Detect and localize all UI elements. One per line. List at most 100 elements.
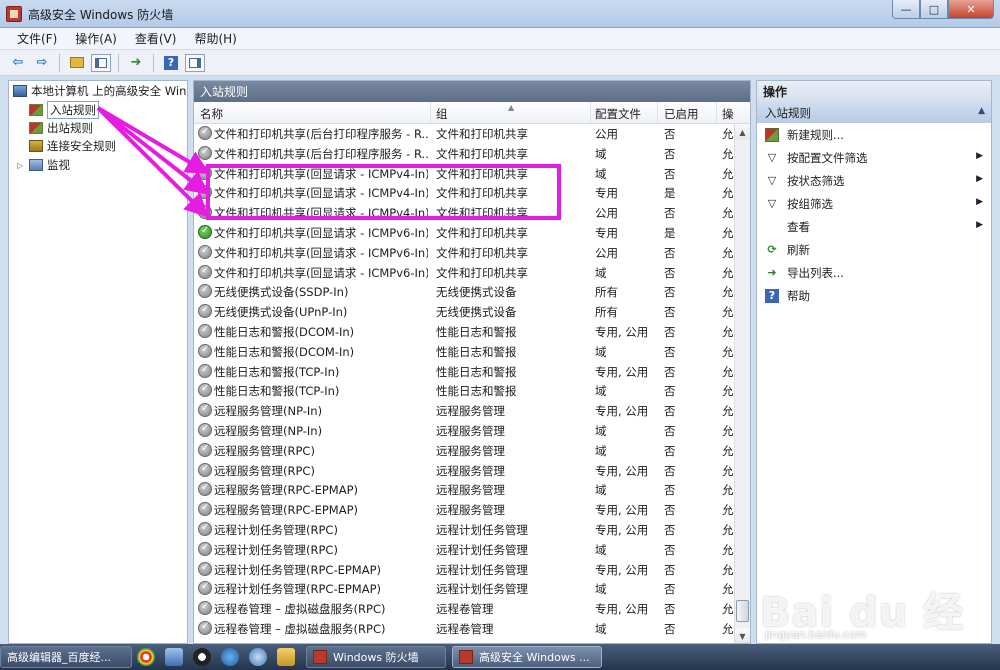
rule-name: 性能日志和警报(DCOM-In) (214, 324, 355, 339)
column-name[interactable]: 名称 (200, 106, 223, 122)
task-label: Windows 防火墙 (333, 651, 419, 664)
table-row[interactable]: 无线便携式设备(SSDP-In)无线便携式设备所有否允 (194, 282, 750, 302)
table-row[interactable]: 文件和打印机共享(回显请求 - ICMPv6-In)文件和打印机共享专用是允 (194, 223, 750, 243)
qq-icon[interactable] (193, 648, 211, 666)
column-divider[interactable] (716, 102, 717, 124)
window-title: 高级安全 Windows 防火墙 (28, 8, 174, 22)
close-button[interactable]: ✕ (948, 0, 994, 19)
rule-profile: 域 (595, 344, 607, 359)
forward-button[interactable]: ⇨ (32, 54, 52, 72)
menu-file[interactable]: 文件(F) (8, 28, 66, 49)
rule-enabled: 否 (664, 582, 676, 597)
rule-name: 远程卷管理 – 虚拟磁盘服务(RPC) (214, 602, 386, 617)
action-item[interactable]: ➜ 导出列表... (757, 261, 991, 284)
column-divider[interactable] (590, 102, 591, 124)
action-item[interactable]: ? 帮助 (757, 284, 991, 307)
tree-item-outbound-rules[interactable]: 出站规则 (29, 119, 93, 137)
action-label: 按配置文件筛选 (787, 150, 868, 165)
explorer-icon[interactable] (277, 648, 295, 666)
outbound-rules-icon (29, 122, 43, 134)
table-row[interactable]: 性能日志和警报(TCP-In)性能日志和警报域否允 (194, 381, 750, 401)
export-list-button[interactable]: ➜ (126, 54, 146, 72)
action-label: 按组筛选 (787, 196, 833, 211)
rule-group: 无线便携式设备 (436, 285, 517, 300)
table-row[interactable]: 远程服务管理(RPC)远程服务管理域否允 (194, 441, 750, 461)
tree-pane-icon (95, 57, 107, 68)
rule-enabled: 否 (664, 305, 676, 320)
column-divider[interactable] (430, 102, 431, 124)
task-label: 高级编辑器_百度经... (7, 651, 111, 664)
tree-root[interactable]: 本地计算机 上的高级安全 Windows 防火墙 (13, 82, 187, 100)
task-advanced-firewall[interactable]: 高级安全 Windows ... (452, 646, 602, 668)
rule-profile: 域 (595, 146, 607, 161)
table-row[interactable]: 文件和打印机共享(回显请求 - ICMPv6-In)文件和打印机共享公用否允 (194, 243, 750, 263)
column-profile[interactable]: 配置文件 (595, 106, 641, 122)
rule-disabled-icon (198, 462, 212, 477)
export-arrow-icon: ➜ (130, 55, 142, 70)
tree-item-connection-security-rules[interactable]: 连接安全规则 (29, 137, 116, 155)
rule-disabled-icon (198, 244, 212, 259)
rule-name: 无线便携式设备(SSDP-In) (214, 285, 349, 300)
help-button[interactable]: ? (161, 54, 181, 72)
menu-help[interactable]: 帮助(H) (185, 28, 245, 49)
table-row[interactable]: 文件和打印机共享(后台打印程序服务 - R...文件和打印机共享域否允 (194, 144, 750, 164)
table-row[interactable]: 远程服务管理(RPC)远程服务管理专用, 公用否允 (194, 461, 750, 481)
rule-profile: 所有 (595, 285, 618, 300)
scroll-down-arrow-icon[interactable]: ▼ (735, 628, 750, 643)
action-item[interactable]: ▽ 按配置文件筛选 ▶ (757, 146, 991, 169)
tree-item-monitoring[interactable]: ▷ 监视 (17, 156, 70, 174)
filter-icon: ▽ (767, 197, 777, 210)
show-hide-action-pane-button[interactable] (185, 53, 205, 72)
expand-arrow-icon[interactable]: ▷ (17, 161, 27, 170)
tree-item-inbound-rules[interactable]: 入站规则 (29, 101, 99, 119)
table-row[interactable]: 远程卷管理 – 虚拟磁盘服务(RPC)远程卷管理域否允 (194, 619, 750, 639)
column-enabled[interactable]: 已启用 (664, 106, 699, 122)
back-button[interactable]: ⇦ (8, 54, 28, 72)
action-item[interactable]: ▽ 按状态筛选 ▶ (757, 169, 991, 192)
table-row[interactable]: 文件和打印机共享(后台打印程序服务 - R...文件和打印机共享公用否允 (194, 124, 750, 144)
column-action[interactable]: 操 (722, 106, 734, 122)
show-hide-tree-button[interactable] (91, 53, 111, 72)
rule-enabled: 否 (664, 522, 676, 537)
maximize-button[interactable]: □ (920, 0, 948, 19)
table-row[interactable]: 远程服务管理(RPC-EPMAP)远程服务管理域否允 (194, 480, 750, 500)
table-row[interactable]: 远程计划任务管理(RPC)远程计划任务管理域否允 (194, 540, 750, 560)
minimize-button[interactable]: — (892, 0, 920, 19)
up-folder-button[interactable] (67, 54, 87, 72)
rule-disabled-icon (198, 521, 212, 536)
menu-view[interactable]: 查看(V) (126, 28, 186, 49)
rule-enabled: 否 (664, 503, 676, 518)
column-group[interactable]: 组 (436, 106, 448, 122)
action-item[interactable]: 新建规则... (757, 123, 991, 146)
task-windows-firewall[interactable]: Windows 防火墙 (306, 646, 446, 668)
table-row[interactable]: 性能日志和警报(DCOM-In)性能日志和警报域否允 (194, 342, 750, 362)
column-divider[interactable] (657, 102, 658, 124)
rule-name: 性能日志和警报(TCP-In) (214, 384, 340, 399)
browser-icon[interactable] (221, 648, 239, 666)
table-row[interactable]: 无线便携式设备(UPnP-In)无线便携式设备所有否允 (194, 302, 750, 322)
collapse-arrow-icon[interactable]: ▲ (978, 106, 985, 116)
network-icon[interactable] (249, 648, 267, 666)
table-row[interactable]: 性能日志和警报(TCP-In)性能日志和警报专用, 公用否允 (194, 362, 750, 382)
menu-action[interactable]: 操作(A) (66, 28, 126, 49)
rule-enabled: 否 (664, 443, 676, 458)
chrome-icon[interactable] (137, 648, 155, 666)
actions-section-inbound-rules[interactable]: 入站规则 ▲ (757, 102, 991, 123)
action-item[interactable]: ▽ 按组筛选 ▶ (757, 192, 991, 215)
action-item[interactable]: ⟳ 刷新 (757, 238, 991, 261)
table-row[interactable]: 文件和打印机共享(回显请求 - ICMPv6-In)文件和打印机共享域否允 (194, 263, 750, 283)
action-item[interactable]: 查看 ▶ (757, 215, 991, 238)
table-row[interactable]: 远程计划任务管理(RPC-EPMAP)远程计划任务管理域否允 (194, 579, 750, 599)
scroll-up-arrow-icon[interactable]: ▲ (735, 124, 750, 140)
table-row[interactable]: 远程服务管理(NP-In)远程服务管理专用, 公用否允 (194, 401, 750, 421)
table-row[interactable]: 远程卷管理 – 虚拟磁盘服务(RPC)远程卷管理专用, 公用否允 (194, 599, 750, 619)
table-row[interactable]: 性能日志和警报(DCOM-In)性能日志和警报专用, 公用否允 (194, 322, 750, 342)
table-row[interactable]: 远程服务管理(NP-In)远程服务管理域否允 (194, 421, 750, 441)
scroll-thumb[interactable] (736, 600, 749, 622)
table-row[interactable]: 远程服务管理(RPC-EPMAP)远程服务管理专用, 公用否允 (194, 500, 750, 520)
table-row[interactable]: 远程计划任务管理(RPC)远程计划任务管理专用, 公用否允 (194, 520, 750, 540)
app-icon[interactable] (165, 648, 183, 666)
table-row[interactable]: 远程计划任务管理(RPC-EPMAP)远程计划任务管理专用, 公用否允 (194, 560, 750, 580)
task-editor[interactable]: 高级编辑器_百度经... (0, 646, 132, 668)
vertical-scrollbar[interactable]: ▲ ▼ (734, 124, 750, 643)
